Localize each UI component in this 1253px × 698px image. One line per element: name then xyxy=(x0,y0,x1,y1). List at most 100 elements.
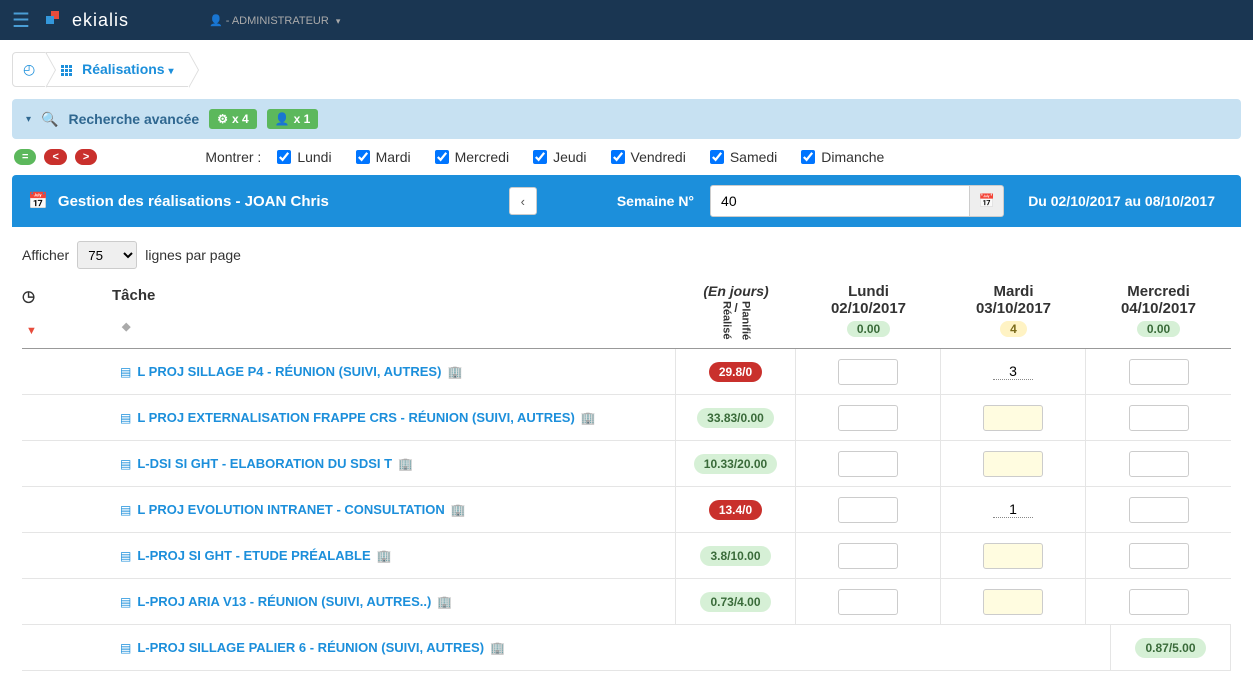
planifie-label: Planifié xyxy=(740,301,752,340)
gear-icon: ⚙ xyxy=(217,112,228,126)
task-link[interactable]: L-PROJ SI GHT - ETUDE PRÉALABLE xyxy=(137,548,370,563)
task-link[interactable]: L PROJ EVOLUTION INTRANET - CONSULTATION xyxy=(137,502,444,517)
day-checkbox[interactable] xyxy=(611,150,625,164)
day-checks: Lundi Mardi Mercredi Jeudi Vendredi Samedi Dim… xyxy=(277,149,884,165)
day-check-lundi[interactable]: Lundi xyxy=(277,149,331,165)
cell-day xyxy=(941,349,1086,394)
table-row: ▤L-PROJ SI GHT - ETUDE PRÉALABLE🏢3.8/10.… xyxy=(22,533,1231,579)
day-value-input[interactable] xyxy=(1129,589,1189,615)
day-total-badge: 0.00 xyxy=(1137,321,1180,337)
nav-next-button[interactable]: > xyxy=(75,149,97,165)
week-header: 📅 Gestion des réalisations - JOAN Chris … xyxy=(12,175,1241,227)
table-body: ▤ L PROJ SILLAGE P4 - RÉUNION (SUIVI, AUT… xyxy=(22,349,1231,671)
day-value-input[interactable] xyxy=(993,363,1033,380)
day-value-input[interactable] xyxy=(1129,405,1189,431)
cell-badge: 29.8/0 xyxy=(676,349,796,394)
col-task-header[interactable]: Tâche ◆ xyxy=(112,283,676,340)
building-icon: 🏢 xyxy=(451,503,466,517)
logo-icon xyxy=(46,11,64,29)
hamburger-icon[interactable]: ☰ xyxy=(12,8,30,33)
brand-logo[interactable]: ekialis xyxy=(46,10,129,31)
date-range-label: Du 02/10/2017 au 08/10/2017 xyxy=(1028,193,1215,209)
day-value-input[interactable] xyxy=(983,405,1043,431)
breadcrumb-current[interactable]: Réalisations ▾ xyxy=(46,52,188,87)
building-icon: 🏢 xyxy=(447,365,462,379)
day-value-input[interactable] xyxy=(1129,543,1189,569)
unit-label: (En jours) xyxy=(676,283,796,299)
sort-indicator-icon[interactable]: ▼ xyxy=(26,325,112,337)
day-checkbox[interactable] xyxy=(710,150,724,164)
prev-week-button[interactable]: ‹ xyxy=(509,187,537,215)
user-icon: 👤 xyxy=(275,112,290,126)
search-icon: 🔍 xyxy=(41,111,58,128)
task-link[interactable]: L PROJ SILLAGE P4 - RÉUNION (SUIVI, AUTR… xyxy=(137,364,441,379)
page-size-row: Afficher 75 lignes par page xyxy=(12,227,1241,283)
nav-eq-button[interactable]: = xyxy=(14,149,36,165)
cell-spacer xyxy=(22,579,112,624)
progress-badge: 29.8/0 xyxy=(709,362,762,382)
day-checkbox[interactable] xyxy=(801,150,815,164)
table-row: ▤L PROJ EVOLUTION INTRANET - CONSULTATIO… xyxy=(22,487,1231,533)
day-value-input[interactable] xyxy=(838,451,898,477)
day-checkbox[interactable] xyxy=(533,150,547,164)
user-label: - ADMINISTRATEUR xyxy=(226,15,329,27)
cell-day xyxy=(941,441,1086,486)
day-value-input[interactable] xyxy=(1129,359,1189,385)
day-check-label: Lundi xyxy=(297,149,331,165)
day-value-input[interactable] xyxy=(1129,497,1189,523)
table-header: ◷ ▼ Tâche ◆ (En jours) Réalisé / Planifi… xyxy=(22,283,1231,349)
user-menu[interactable]: 👤 - ADMINISTRATEUR ▾ xyxy=(209,14,340,27)
day-check-samedi[interactable]: Samedi xyxy=(710,149,777,165)
day-check-mardi[interactable]: Mardi xyxy=(356,149,411,165)
day-value-input[interactable] xyxy=(838,497,898,523)
breadcrumb-link[interactable]: Réalisations ▾ xyxy=(61,61,173,77)
day-value-input[interactable] xyxy=(1129,451,1189,477)
task-link[interactable]: L-PROJ ARIA V13 - RÉUNION (SUIVI, AUTRES… xyxy=(137,594,431,609)
nav-prev-button[interactable]: < xyxy=(44,149,66,165)
day-check-jeudi[interactable]: Jeudi xyxy=(533,149,586,165)
cell-day xyxy=(796,395,941,440)
filter-badge-user[interactable]: 👤 x 1 xyxy=(267,109,319,129)
cell-badge: 10.33/20.00 xyxy=(676,441,796,486)
building-icon: 🏢 xyxy=(437,595,452,609)
task-link[interactable]: L PROJ EXTERNALISATION FRAPPE CRS - RÉUN… xyxy=(137,410,574,425)
breadcrumb: ◴ Réalisations ▾ xyxy=(12,52,1241,87)
day-value-input[interactable] xyxy=(983,543,1043,569)
day-check-label: Vendredi xyxy=(631,149,686,165)
calendar-picker-button[interactable]: 📅 xyxy=(970,185,1004,217)
day-check-dimanche[interactable]: Dimanche xyxy=(801,149,884,165)
day-check-vendredi[interactable]: Vendredi xyxy=(611,149,686,165)
day-checkbox[interactable] xyxy=(356,150,370,164)
day-checkbox[interactable] xyxy=(277,150,291,164)
building-icon: 🏢 xyxy=(398,457,413,471)
cell-badge: 13.4/0 xyxy=(676,487,796,532)
search-panel[interactable]: ▾ 🔍 Recherche avancée ⚙ x 4 👤 x 1 xyxy=(12,99,1241,139)
cell-task: ▤L PROJ EVOLUTION INTRANET - CONSULTATIO… xyxy=(112,487,676,532)
breadcrumb-home[interactable]: ◴ xyxy=(12,52,46,87)
task-link[interactable]: L-PROJ SILLAGE PALIER 6 - RÉUNION (SUIVI… xyxy=(137,640,484,655)
progress-badge: 33.83/0.00 xyxy=(697,408,774,428)
day-value-input[interactable] xyxy=(838,359,898,385)
task-link[interactable]: L-DSI SI GHT - ELABORATION DU SDSI T xyxy=(137,456,392,471)
cell-badge: 33.83/0.00 xyxy=(676,395,796,440)
day-check-mercredi[interactable]: Mercredi xyxy=(435,149,509,165)
cell-badge: 0.87/5.00 xyxy=(1111,625,1231,670)
day-value-input[interactable] xyxy=(838,543,898,569)
cell-task: ▤ L-DSI SI GHT - ELABORATION DU SDSI T 🏢 xyxy=(112,441,676,486)
day-value-input[interactable] xyxy=(983,589,1043,615)
day-value-input[interactable] xyxy=(993,501,1033,518)
day-value-input[interactable] xyxy=(838,589,898,615)
week-number-input[interactable] xyxy=(710,185,970,217)
day-value-input[interactable] xyxy=(983,451,1043,477)
day-value-input[interactable] xyxy=(838,405,898,431)
page-size-select[interactable]: 75 xyxy=(77,241,137,269)
slash-label: / xyxy=(734,301,737,340)
cell-day xyxy=(796,533,941,578)
clock-icon[interactable]: ◷ xyxy=(22,288,35,305)
day-checkbox[interactable] xyxy=(435,150,449,164)
task-icon: ▤ xyxy=(120,457,131,471)
cell-spacer xyxy=(22,349,112,394)
caret-down-icon: ▾ xyxy=(168,66,173,77)
page-size-suffix: lignes par page xyxy=(145,247,241,263)
filter-badge-settings[interactable]: ⚙ x 4 xyxy=(209,109,256,129)
